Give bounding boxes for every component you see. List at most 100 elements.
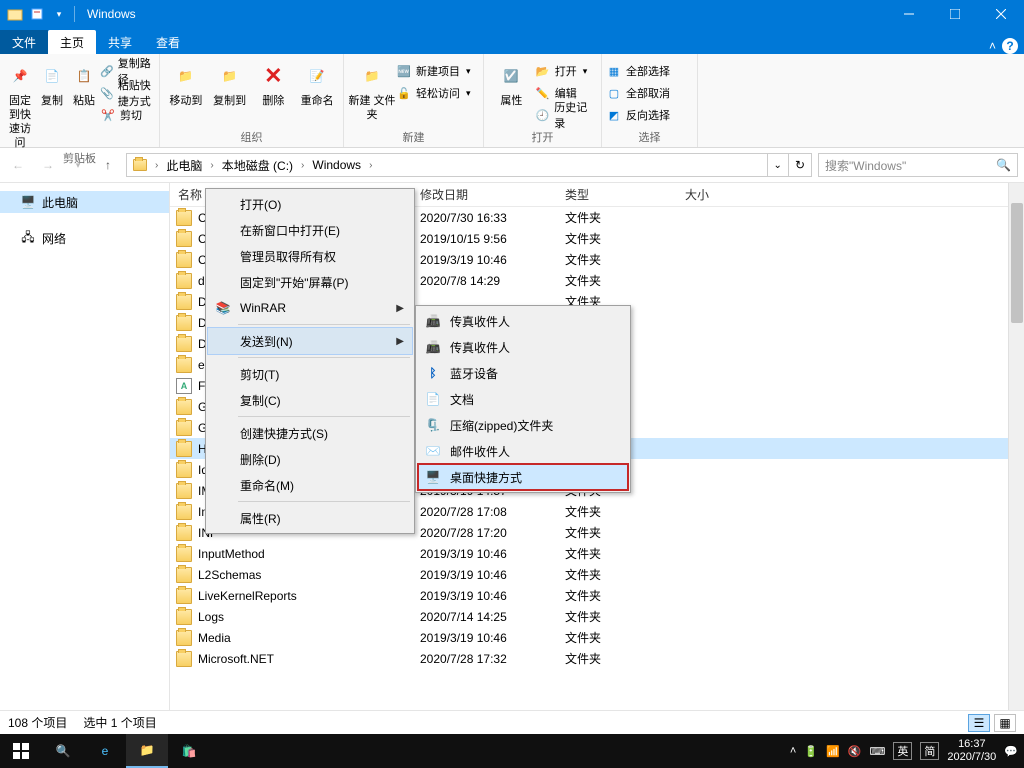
history-button[interactable]: 🕘历史记录 xyxy=(535,104,597,126)
ime-lang[interactable]: 英 xyxy=(893,742,912,760)
sendto-submenu: 📠传真收件人 📠传真收件人 ᛒ蓝牙设备 📄文档 🗜️压缩(zipped)文件夹 … xyxy=(415,305,631,493)
mail-icon: ✉️ xyxy=(424,442,442,460)
vertical-scrollbar[interactable] xyxy=(1008,183,1024,710)
up-button[interactable]: ↑ xyxy=(96,153,120,177)
bluetooth-icon: ᛒ xyxy=(424,364,442,382)
nav-this-pc[interactable]: 🖥️此电脑 xyxy=(0,191,169,213)
collapse-ribbon-icon[interactable]: ˄ xyxy=(989,39,996,53)
pin-quickaccess-button[interactable]: 📌固定到快 速访问 xyxy=(4,56,36,150)
open-button[interactable]: 📂打开▾ xyxy=(535,60,597,82)
ctx-open-new-window[interactable]: 在新窗口中打开(E) xyxy=(208,217,412,243)
context-menu: 打开(O) 在新窗口中打开(E) 管理员取得所有权 固定到"开始"屏幕(P) 📚… xyxy=(205,188,415,534)
keyboard-icon[interactable]: ⌨ xyxy=(869,745,885,758)
action-center-icon[interactable]: 💬 xyxy=(1004,745,1018,758)
select-all-button[interactable]: ▦全部选择 xyxy=(606,60,670,82)
easy-access-button[interactable]: 🔓轻松访问▾ xyxy=(396,82,471,104)
sub-bluetooth[interactable]: ᛒ蓝牙设备 xyxy=(418,360,628,386)
volume-icon[interactable]: 🔇 xyxy=(848,745,862,758)
ctx-copy[interactable]: 复制(C) xyxy=(208,387,412,413)
ctx-properties[interactable]: 属性(R) xyxy=(208,505,412,531)
minimize-button[interactable] xyxy=(886,0,932,28)
properties-button[interactable]: ☑️属性 xyxy=(488,56,535,129)
sub-fax-1[interactable]: 📠传真收件人 xyxy=(418,308,628,334)
moveto-button[interactable]: 📁移动到 xyxy=(164,56,208,129)
battery-icon[interactable]: 🔋 xyxy=(804,745,818,758)
rename-button[interactable]: 📝重命名 xyxy=(295,56,339,129)
close-button[interactable] xyxy=(978,0,1024,28)
table-row[interactable]: Microsoft.NET2020/7/28 17:32文件夹 xyxy=(170,648,1024,669)
refresh-icon[interactable]: ↻ xyxy=(788,154,811,176)
ctx-delete[interactable]: 删除(D) xyxy=(208,446,412,472)
navigation-pane: 🖥️此电脑 🖧网络 xyxy=(0,183,170,710)
copy-button[interactable]: 📄复制 xyxy=(36,56,68,150)
group-select-label: 选择 xyxy=(606,129,693,147)
window-title: Windows xyxy=(79,7,136,21)
selection-count: 选中 1 个项目 xyxy=(83,714,156,731)
new-item-button[interactable]: 🆕新建项目▾ xyxy=(396,60,471,82)
explorer-button[interactable]: 📁 xyxy=(126,734,168,768)
status-bar: 108 个项目 选中 1 个项目 ☰ ▦ xyxy=(0,710,1024,734)
ctx-create-shortcut[interactable]: 创建快捷方式(S) xyxy=(208,420,412,446)
sub-desktop-shortcut[interactable]: 🖥️桌面快捷方式 xyxy=(418,464,628,490)
group-open-label: 打开 xyxy=(488,129,597,147)
recent-button[interactable]: ▾ xyxy=(66,153,90,177)
zip-icon: 🗜️ xyxy=(424,416,442,434)
invert-selection-button[interactable]: ◩反向选择 xyxy=(606,104,670,126)
ribbon: 📌固定到快 速访问 📄复制 📋粘贴 🔗复制路径 📎粘贴快捷方式 ✂️剪切 剪贴板… xyxy=(0,54,1024,148)
tab-home[interactable]: 主页 xyxy=(48,30,96,54)
forward-button[interactable]: → xyxy=(36,153,60,177)
fax-icon: 📠 xyxy=(424,312,442,330)
address-dropdown-icon[interactable]: ⌄ xyxy=(767,154,788,176)
paste-button[interactable]: 📋粘贴 xyxy=(68,56,100,150)
ctx-rename[interactable]: 重命名(M) xyxy=(208,472,412,498)
ctx-pin-to-start[interactable]: 固定到"开始"屏幕(P) xyxy=(208,269,412,295)
table-row[interactable]: Media2019/3/19 10:46文件夹 xyxy=(170,627,1024,648)
nav-network[interactable]: 🖧网络 xyxy=(0,227,169,249)
ctx-cut[interactable]: 剪切(T) xyxy=(208,361,412,387)
ime-mode[interactable]: 简 xyxy=(920,742,939,760)
table-row[interactable]: L2Schemas2019/3/19 10:46文件夹 xyxy=(170,564,1024,585)
tray-expand-icon[interactable]: ˄ xyxy=(790,745,796,757)
ctx-winrar[interactable]: 📚WinRAR▶ xyxy=(208,295,412,321)
qat-dropdown-icon[interactable]: ▾ xyxy=(48,3,70,25)
sub-mail[interactable]: ✉️邮件收件人 xyxy=(418,438,628,464)
view-details-button[interactable]: ☰ xyxy=(968,714,990,732)
ctx-open[interactable]: 打开(O) xyxy=(208,191,412,217)
ctx-take-ownership[interactable]: 管理员取得所有权 xyxy=(208,243,412,269)
qat-properties-icon[interactable] xyxy=(26,3,48,25)
tab-share[interactable]: 共享 xyxy=(96,30,144,54)
group-new-label: 新建 xyxy=(348,129,479,147)
table-row[interactable]: InputMethod2019/3/19 10:46文件夹 xyxy=(170,543,1024,564)
network-icon[interactable]: 📶 xyxy=(826,745,840,758)
help-icon[interactable]: ? xyxy=(1002,38,1018,54)
start-button[interactable] xyxy=(0,734,42,768)
delete-button[interactable]: ✕删除 xyxy=(252,56,296,129)
table-row[interactable]: Logs2020/7/14 14:25文件夹 xyxy=(170,606,1024,627)
cut-button[interactable]: ✂️剪切 xyxy=(100,104,155,126)
ctx-send-to[interactable]: 发送到(N)▶ xyxy=(208,328,412,354)
winrar-icon: 📚 xyxy=(214,299,232,317)
paste-shortcut-button[interactable]: 📎粘贴快捷方式 xyxy=(100,82,155,104)
edge-button[interactable]: e xyxy=(84,734,126,768)
search-button[interactable]: 🔍 xyxy=(42,734,84,768)
maximize-button[interactable] xyxy=(932,0,978,28)
table-row[interactable]: LiveKernelReports2019/3/19 10:46文件夹 xyxy=(170,585,1024,606)
clock[interactable]: 16:372020/7/30 xyxy=(947,738,996,764)
sub-documents[interactable]: 📄文档 xyxy=(418,386,628,412)
sub-fax-2[interactable]: 📠传真收件人 xyxy=(418,334,628,360)
folder-icon xyxy=(4,3,26,25)
store-button[interactable]: 🛍️ xyxy=(168,734,210,768)
copyto-button[interactable]: 📁复制到 xyxy=(208,56,252,129)
title-bar: ▾ Windows xyxy=(0,0,1024,28)
tab-file[interactable]: 文件 xyxy=(0,30,48,54)
select-none-button[interactable]: ▢全部取消 xyxy=(606,82,670,104)
fax-icon: 📠 xyxy=(424,338,442,356)
sub-zip[interactable]: 🗜️压缩(zipped)文件夹 xyxy=(418,412,628,438)
tab-view[interactable]: 查看 xyxy=(144,30,192,54)
back-button[interactable]: ← xyxy=(6,153,30,177)
search-input[interactable]: 搜索"Windows" 🔍 xyxy=(818,153,1018,177)
view-large-icons-button[interactable]: ▦ xyxy=(994,714,1016,732)
address-bar-row: ← → ▾ ↑ › 此电脑 › 本地磁盘 (C:) › Windows › ⌄ … xyxy=(0,148,1024,182)
new-folder-button[interactable]: 📁新建 文件夹 xyxy=(348,56,396,129)
breadcrumb[interactable]: › 此电脑 › 本地磁盘 (C:) › Windows › ⌄ ↻ xyxy=(126,153,812,177)
